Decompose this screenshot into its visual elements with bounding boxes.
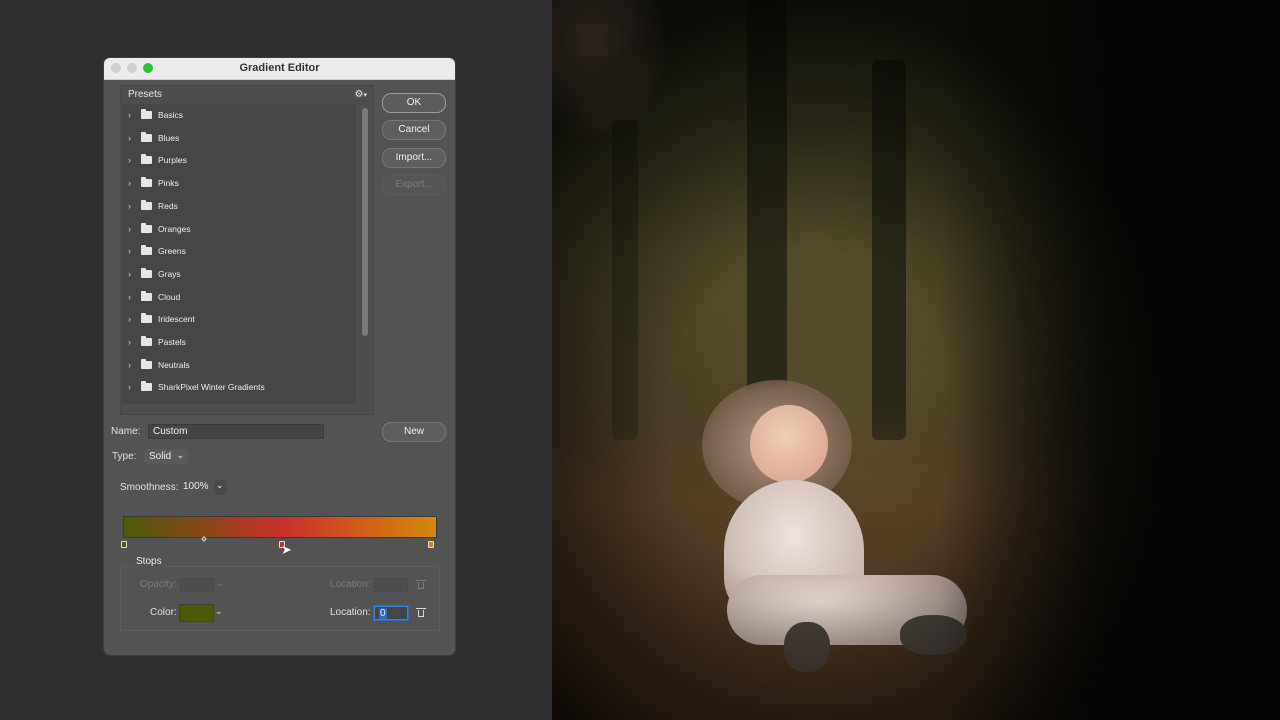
chevron-right-icon[interactable]: › xyxy=(128,155,138,165)
mouse-cursor-icon: ➤ xyxy=(281,542,292,557)
preset-folder-label: Grays xyxy=(158,268,181,279)
new-button[interactable]: New xyxy=(382,422,446,442)
presets-panel: Presets ⚙▾ › Basics › Blues › Purples › Pinks › R… xyxy=(120,85,374,415)
trash-icon[interactable] xyxy=(416,608,426,617)
trash-icon xyxy=(416,580,426,589)
preset-folder-label: Oranges xyxy=(158,223,191,234)
stops-label: Stops xyxy=(134,556,164,567)
chevron-right-icon[interactable]: › xyxy=(128,133,138,143)
chevron-down-icon: ⌄ xyxy=(176,450,184,460)
preset-folder-label: Blues xyxy=(158,132,180,143)
folder-icon xyxy=(141,199,152,210)
presets-label: Presets xyxy=(128,89,162,100)
chevron-right-icon[interactable]: › xyxy=(128,382,138,392)
presets-list[interactable]: › Basics › Blues › Purples › Pinks › Reds › Oranges… xyxy=(122,104,356,404)
preset-folder-label: Pinks xyxy=(158,178,179,189)
preset-folder-item[interactable]: › Iridescent xyxy=(122,308,356,330)
chevron-right-icon[interactable]: › xyxy=(128,224,138,234)
preset-folder-item[interactable]: › Purples xyxy=(122,149,356,171)
preset-folder-item[interactable]: › Oranges xyxy=(122,218,356,240)
color-swatch[interactable] xyxy=(179,604,214,622)
stops-group xyxy=(120,566,440,631)
preset-folder-item[interactable]: › Reds xyxy=(122,195,356,217)
chevron-right-icon[interactable]: › xyxy=(128,269,138,279)
folder-icon xyxy=(141,154,152,165)
preset-folder-item[interactable]: › Grays xyxy=(122,263,356,285)
chevron-right-icon[interactable]: › xyxy=(128,292,138,302)
folder-icon xyxy=(141,358,152,369)
chevron-right-icon[interactable]: › xyxy=(128,314,138,324)
folder-icon xyxy=(141,131,152,142)
name-input[interactable]: Custom xyxy=(148,424,324,439)
folder-icon xyxy=(141,245,152,256)
chevron-down-icon[interactable]: ⌄ xyxy=(215,606,223,617)
opacity-input xyxy=(180,578,214,592)
title-bar: Gradient Editor xyxy=(104,58,455,80)
chevron-right-icon[interactable]: › xyxy=(128,337,138,347)
preset-folder-item[interactable]: › Neutrals xyxy=(122,354,356,376)
preset-folder-item[interactable]: › Blues xyxy=(122,127,356,149)
ok-button[interactable]: OK xyxy=(382,93,446,113)
preset-folder-item[interactable]: › Basics xyxy=(122,104,356,126)
folder-icon xyxy=(141,267,152,278)
preset-folder-item[interactable]: › Cloud xyxy=(122,286,356,308)
color-location-input[interactable]: 0 xyxy=(374,606,408,620)
preset-folder-label: Reds xyxy=(158,200,178,211)
type-label: Type: xyxy=(112,451,137,462)
chevron-right-icon[interactable]: › xyxy=(128,360,138,370)
name-label: Name: xyxy=(111,426,141,437)
preset-folder-label: SharkPixel Winter Gradients xyxy=(158,382,265,393)
folder-icon xyxy=(141,222,152,233)
opacity-label: Opacity: xyxy=(140,579,177,590)
chevron-right-icon[interactable]: › xyxy=(128,246,138,256)
folder-icon xyxy=(141,290,152,301)
folder-icon xyxy=(141,336,152,346)
folder-icon xyxy=(141,313,152,324)
preset-folder-label: Pastels xyxy=(158,337,186,347)
export-button: Export... xyxy=(382,175,446,195)
preset-folder-label: Neutrals xyxy=(158,359,190,370)
gradient-editor-dialog: Gradient Editor Presets ⚙▾ › Basics › Blues… xyxy=(104,58,455,655)
preset-folder-item[interactable]: › SharkPixel Winter Gradients xyxy=(122,376,356,398)
smoothness-dropdown[interactable]: ⌄ xyxy=(214,480,227,495)
dialog-title: Gradient Editor xyxy=(239,62,320,74)
preset-folder-label: Cloud xyxy=(158,291,181,302)
opacity-location-input xyxy=(374,578,408,592)
gear-icon[interactable]: ⚙▾ xyxy=(355,89,367,100)
folder-icon xyxy=(141,177,152,188)
smoothness-input[interactable]: 100% xyxy=(181,480,213,495)
smoothness-label: Smoothness: xyxy=(120,482,179,493)
chevron-down-icon: ⌄ xyxy=(216,578,224,588)
preset-folder-label: Basics xyxy=(158,110,184,120)
canvas-photo xyxy=(552,0,1280,720)
opacity-location-label: Location: xyxy=(330,579,371,590)
preset-folder-label: Greens xyxy=(158,246,186,257)
folder-icon xyxy=(141,109,152,119)
color-location-label: Location: xyxy=(330,607,371,618)
chevron-right-icon[interactable]: › xyxy=(128,110,138,120)
import-button[interactable]: Import... xyxy=(382,148,446,168)
preset-folder-item[interactable]: › Pastels xyxy=(122,331,356,353)
chevron-down-icon: ⌄ xyxy=(216,480,224,490)
chevron-right-icon[interactable]: › xyxy=(128,201,138,211)
type-select[interactable]: Solid ⌄ xyxy=(144,449,188,464)
preset-folder-item[interactable]: › Pinks xyxy=(122,172,356,194)
photo-vignette xyxy=(552,0,1280,720)
scrollbar-thumb[interactable] xyxy=(362,108,368,336)
chevron-right-icon[interactable]: › xyxy=(128,178,138,188)
preset-folder-label: Purples xyxy=(158,155,187,166)
preset-folder-label: Iridescent xyxy=(158,314,195,325)
color-stop-left[interactable] xyxy=(121,541,127,548)
preset-folder-item[interactable]: › Greens xyxy=(122,240,356,262)
folder-icon xyxy=(141,381,152,392)
cancel-button[interactable]: Cancel xyxy=(382,120,446,140)
presets-scrollbar[interactable] xyxy=(362,108,368,408)
color-stop-right[interactable] xyxy=(428,541,434,548)
color-label: Color: xyxy=(150,607,177,618)
gradient-preview-bar[interactable] xyxy=(123,516,437,538)
